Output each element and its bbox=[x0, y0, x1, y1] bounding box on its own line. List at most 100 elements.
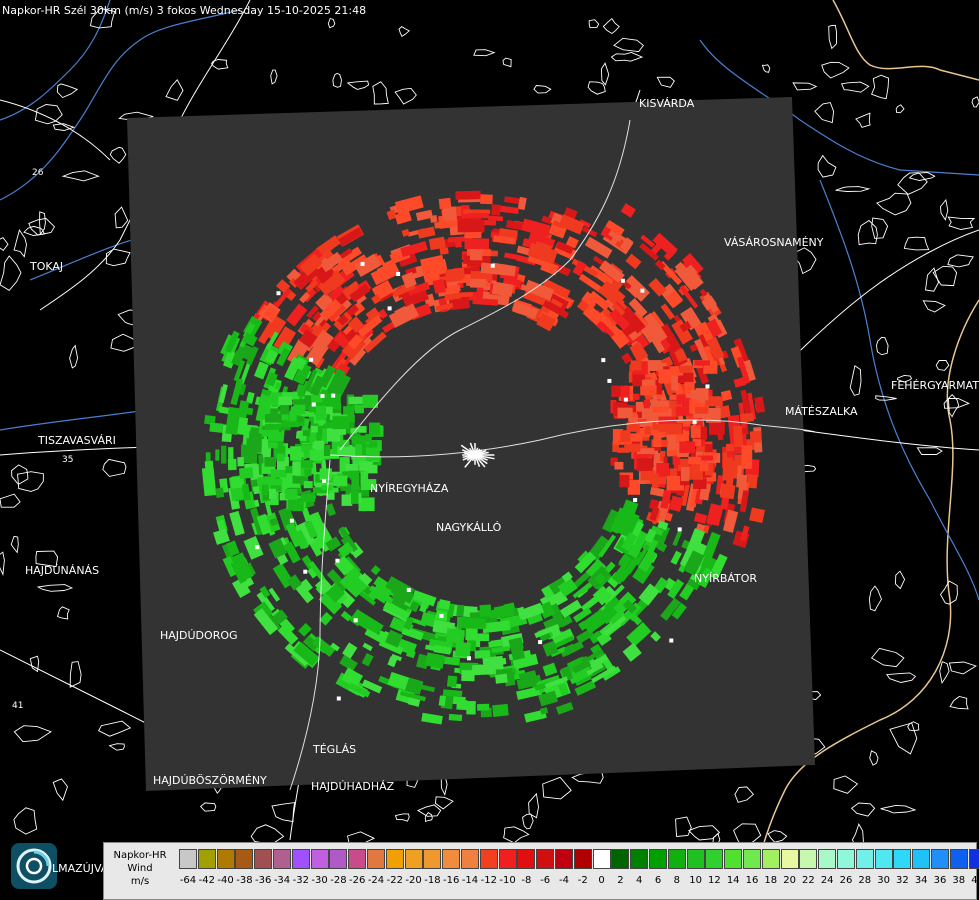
legend-tick-label: -26 bbox=[349, 875, 366, 886]
echo-cell bbox=[326, 428, 341, 442]
legend-tick-label: 24 bbox=[820, 875, 834, 886]
echo-cell bbox=[492, 703, 509, 717]
echo-cell bbox=[268, 432, 284, 442]
legend-tick-label: -8 bbox=[521, 875, 532, 886]
legend-swatch bbox=[291, 849, 310, 869]
legend-swatch bbox=[254, 849, 273, 869]
echo-cell bbox=[688, 456, 702, 465]
echo-cell bbox=[467, 656, 471, 661]
echo-cell bbox=[280, 405, 290, 415]
echo-cell bbox=[336, 696, 341, 701]
legend-swatch bbox=[649, 849, 667, 869]
echo-cell bbox=[351, 490, 359, 504]
echo-cell bbox=[680, 467, 690, 482]
legend-swatch bbox=[329, 849, 348, 869]
echo-cell bbox=[360, 262, 365, 266]
legend-swatch bbox=[404, 849, 423, 869]
echo-cell bbox=[692, 419, 697, 424]
echo-cell bbox=[255, 545, 260, 550]
echo-cell bbox=[269, 488, 276, 500]
legend-swatch bbox=[611, 849, 630, 869]
echo-cell bbox=[461, 669, 475, 682]
echo-cell bbox=[677, 527, 682, 532]
echo-cell bbox=[303, 569, 308, 574]
legend-tick-label: -38 bbox=[236, 875, 253, 886]
echo-cell bbox=[293, 404, 306, 414]
legend-swatch bbox=[968, 849, 979, 869]
echo-cell bbox=[469, 212, 489, 219]
echo-cell bbox=[268, 442, 278, 449]
echo-cell bbox=[319, 468, 332, 478]
echo-cell bbox=[290, 446, 302, 461]
echo-cell bbox=[359, 461, 373, 471]
echo-cell bbox=[312, 442, 325, 449]
echo-cell bbox=[297, 390, 304, 397]
legend-tick-label: -40 bbox=[217, 875, 234, 886]
legend-tick-label: -34 bbox=[273, 875, 291, 886]
echo-cell bbox=[331, 393, 336, 398]
echo-cell bbox=[262, 477, 276, 486]
legend-swatch bbox=[912, 849, 931, 869]
echo-cell bbox=[446, 675, 458, 688]
echo-cell bbox=[705, 384, 710, 389]
legend-tick-label: 22 bbox=[802, 875, 815, 886]
echo-cell bbox=[337, 446, 354, 457]
legend-tick-label: 36 bbox=[933, 875, 947, 886]
echo-cell bbox=[205, 452, 211, 462]
legend-tick-label: -24 bbox=[367, 875, 385, 886]
legend-swatch bbox=[517, 849, 536, 869]
echo-cell bbox=[665, 423, 682, 435]
echo-cell bbox=[671, 375, 678, 391]
legend-swatch bbox=[893, 849, 912, 869]
echo-cell bbox=[261, 484, 269, 495]
echo-cell bbox=[456, 604, 465, 617]
echo-cell bbox=[620, 430, 631, 443]
echo-cell bbox=[733, 425, 744, 448]
legend-tick-label: -22 bbox=[386, 875, 403, 886]
road-number-label: 41 bbox=[12, 701, 23, 711]
city-label: HAJDÚDOROG bbox=[160, 629, 238, 642]
echo-cell bbox=[455, 642, 471, 657]
legend-tick-label: 6 bbox=[654, 875, 662, 886]
echo-cell bbox=[221, 445, 227, 464]
echo-cell bbox=[284, 489, 298, 499]
echo-cell bbox=[264, 457, 276, 467]
echo-cell bbox=[741, 445, 753, 469]
echo-cell bbox=[690, 425, 701, 438]
echo-cell bbox=[469, 278, 486, 288]
echo-cell bbox=[640, 470, 655, 481]
legend-tick-label: -6 bbox=[540, 875, 551, 886]
legend-swatch bbox=[348, 849, 367, 869]
echo-cell bbox=[215, 487, 225, 499]
legend-tick-label: 30 bbox=[877, 875, 890, 886]
radar-map[interactable]: 263541 bbox=[0, 0, 979, 900]
echo-cell bbox=[679, 365, 693, 373]
echo-cell bbox=[614, 461, 624, 470]
echo-cell bbox=[323, 444, 331, 456]
city-label: HAJDÚBÖSZÖRMÉNY bbox=[153, 774, 267, 787]
legend-tick-label: -14 bbox=[461, 875, 479, 886]
echo-cell bbox=[725, 443, 735, 452]
legend-tick-label: -12 bbox=[480, 875, 497, 886]
legend-tick-label: 40 bbox=[971, 875, 979, 886]
echo-cell bbox=[351, 475, 360, 491]
echo-cell bbox=[438, 197, 452, 210]
legend-swatch bbox=[216, 849, 235, 869]
echo-cell bbox=[448, 713, 463, 722]
legend-swatch bbox=[498, 849, 517, 869]
echo-cell bbox=[287, 499, 302, 511]
echo-cell bbox=[739, 412, 755, 423]
echo-cell bbox=[439, 614, 444, 618]
echo-cell bbox=[369, 422, 381, 436]
echo-cell bbox=[704, 444, 713, 453]
echo-cell bbox=[345, 464, 359, 471]
city-label: FEHÉRGYARMAT bbox=[891, 379, 979, 392]
echo-cell bbox=[406, 588, 411, 592]
echo-cell bbox=[640, 385, 657, 396]
map-title: Napkor-HR Szél 30km (m/s) 3 fokos Wednes… bbox=[2, 4, 367, 17]
echo-cell bbox=[623, 397, 628, 402]
legend-swatch bbox=[799, 849, 818, 869]
echo-cell bbox=[472, 664, 496, 676]
echo-cell bbox=[365, 447, 380, 461]
legend-tick-label: -64 bbox=[179, 875, 197, 886]
